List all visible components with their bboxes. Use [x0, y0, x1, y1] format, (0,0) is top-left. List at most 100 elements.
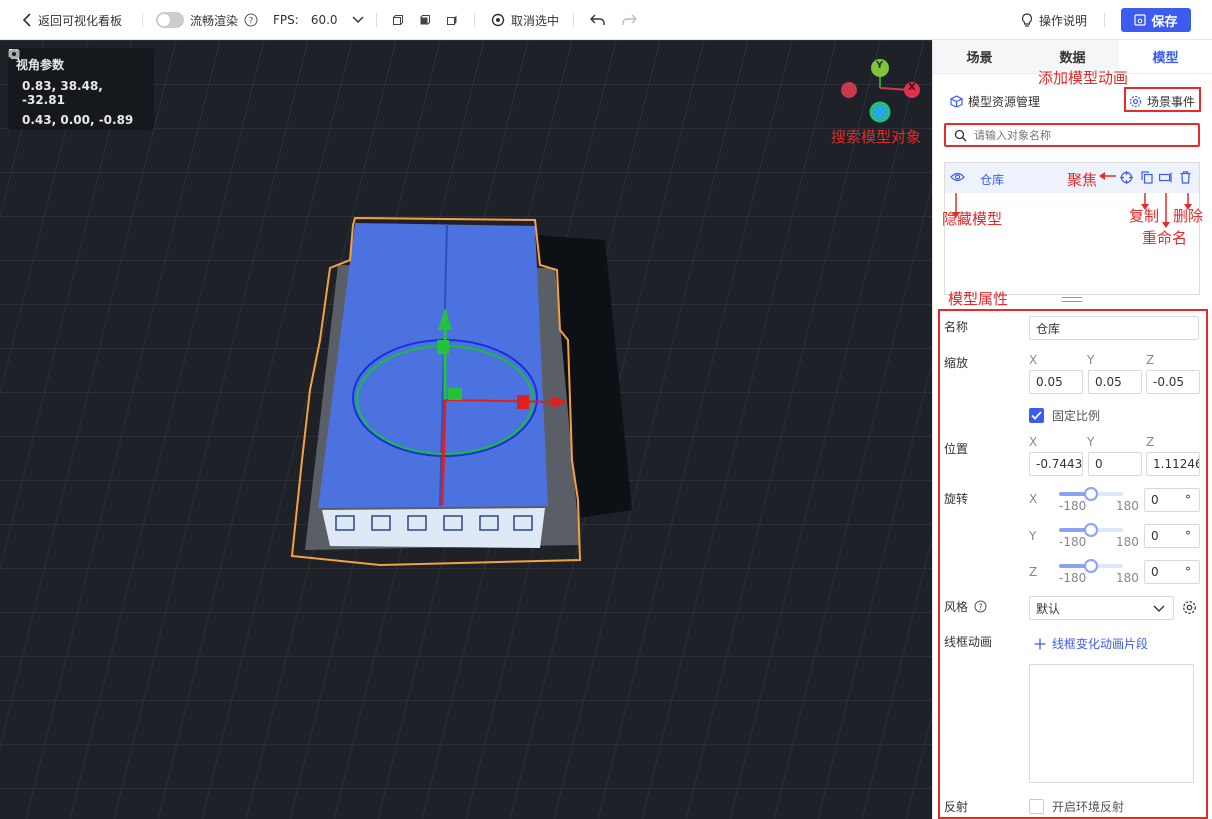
top-toolbar: 返回可视化看板 流畅渲染 ? FPS: 60.0 取消选中 操作说明 保存 [0, 0, 1212, 40]
camera-position: 0.83, 38.48, -32.81 [22, 79, 103, 107]
rotation-z-unit: ° [1185, 565, 1191, 579]
rotation-y-input[interactable]: 0 ° [1144, 524, 1200, 548]
style-value: 默认 [1036, 601, 1061, 616]
rotation-x-max: 180 [1116, 499, 1139, 513]
help-circle-icon[interactable]: ? [974, 600, 987, 613]
checkbox-empty-icon[interactable] [1029, 799, 1044, 814]
rename-icon[interactable] [1159, 172, 1173, 183]
rotation-y-max: 180 [1116, 535, 1139, 549]
orientation-gizmo[interactable]: Y X [838, 54, 924, 134]
reflect-checkbox[interactable]: 开启环境反射 [1029, 798, 1124, 815]
arrow-focus [1099, 172, 1116, 180]
rotation-y-slider[interactable] [1059, 523, 1123, 537]
lock-ratio-label: 固定比例 [1052, 409, 1101, 423]
toggle-switch[interactable] [156, 12, 184, 28]
rotation-z-min: -180 [1059, 571, 1087, 585]
cube-solid-icon [419, 14, 431, 26]
scale-z-input[interactable]: -0.05 [1146, 370, 1200, 394]
svg-text:?: ? [249, 17, 254, 27]
reflect-toggle-label: 开启环境反射 [1052, 800, 1125, 814]
search-icon [954, 129, 967, 142]
scale-label: 缩放 [944, 356, 969, 370]
rotation-axis-z: Z [1029, 565, 1038, 579]
save-button[interactable]: 保存 [1121, 8, 1191, 32]
3d-viewport[interactable]: 视角参数 0.83, 38.48, -32.81 0.43, 0.00, -0.… [0, 40, 932, 819]
eye-icon[interactable] [950, 171, 965, 183]
building-wall[interactable] [322, 508, 545, 548]
rotation-y-value: 0 [1151, 529, 1159, 543]
rotation-x-min: -180 [1059, 499, 1087, 513]
style-label: 风格 [944, 600, 969, 614]
resize-handle[interactable] [1062, 297, 1082, 302]
tab-model[interactable]: 模型 [1119, 40, 1212, 73]
search-box[interactable] [944, 123, 1200, 147]
deselect-button[interactable]: 取消选中 [491, 0, 559, 40]
rotation-x-value: 0 [1151, 493, 1159, 507]
chevron-down-icon [1153, 605, 1165, 613]
position-z-input[interactable]: 1.11246 [1146, 452, 1200, 476]
redo-icon [621, 14, 637, 26]
delete-icon[interactable] [1180, 171, 1191, 184]
camera-target: 0.43, 0.00, -0.89 [22, 113, 134, 127]
lightbulb-icon [1021, 13, 1033, 27]
undo-icon [590, 14, 606, 26]
add-wire-anim-button[interactable]: 线框变化动画片段 [1034, 635, 1148, 652]
position-x-input[interactable]: -0.7443 [1029, 452, 1083, 476]
view-cube-front-button[interactable] [392, 0, 404, 40]
rotation-x-input[interactable]: 0 ° [1144, 488, 1200, 512]
camera-params-title: 视角参数 [16, 58, 65, 72]
copy-icon[interactable] [1141, 171, 1153, 184]
style-select[interactable]: 默认 [1029, 596, 1174, 620]
help-circle-icon[interactable]: ? [244, 13, 258, 27]
view-cube-side-button[interactable] [446, 0, 458, 40]
save-icon [1134, 14, 1147, 26]
rotation-axis-y: Y [1029, 529, 1037, 543]
model-resource-link[interactable]: 模型资源管理 [950, 93, 1040, 110]
lock-ratio-checkbox[interactable]: 固定比例 [1029, 407, 1100, 424]
rotation-y-min: -180 [1059, 535, 1087, 549]
fps-label: FPS: [273, 13, 299, 27]
redo-button[interactable] [621, 0, 637, 40]
deselect-label: 取消选中 [511, 13, 560, 28]
gizmo-x-label: X [908, 82, 916, 93]
plus-icon [1034, 638, 1046, 650]
name-input[interactable]: 仓库 [1029, 316, 1199, 340]
focus-icon[interactable] [1120, 171, 1133, 184]
scale-axis-x: X [1029, 353, 1038, 367]
deselect-target-icon [491, 13, 505, 27]
gizmo-y-label: Y [876, 60, 884, 71]
rotation-z-value: 0 [1151, 565, 1159, 579]
back-button[interactable]: 返回可视化看板 [22, 0, 122, 40]
chevron-left-icon [22, 13, 32, 27]
gear-icon [1129, 95, 1142, 108]
cube-outline-icon [392, 14, 404, 26]
name-label: 名称 [944, 320, 969, 334]
rotation-axis-x: X [1029, 492, 1038, 506]
search-input[interactable] [974, 127, 1194, 144]
scene-canvas[interactable] [0, 40, 932, 819]
rotation-x-slider[interactable] [1059, 487, 1123, 501]
smooth-render-toggle[interactable]: 流畅渲染 ? [156, 0, 258, 40]
wire-anim-list [1029, 664, 1194, 783]
undo-button[interactable] [590, 0, 606, 40]
wire-anim-label: 线框动画 [944, 635, 993, 649]
scene-event-link[interactable]: 场景事件 [1129, 93, 1195, 110]
tab-scene[interactable]: 场景 [933, 40, 1026, 73]
position-y-input[interactable]: 0 [1088, 452, 1142, 476]
scale-y-input[interactable]: 0.05 [1088, 370, 1142, 394]
rotation-z-slider[interactable] [1059, 559, 1123, 573]
scale-axis-z: Z [1146, 353, 1155, 367]
view-cube-solid-button[interactable] [419, 0, 431, 40]
checkbox-checked-icon[interactable] [1029, 408, 1044, 423]
style-settings-gear-icon[interactable] [1182, 600, 1197, 615]
model-resource-label: 模型资源管理 [968, 95, 1041, 109]
rotation-z-input[interactable]: 0 ° [1144, 560, 1200, 584]
fps-value: 60.0 [310, 13, 338, 27]
scale-axis-y: Y [1087, 353, 1095, 367]
help-button[interactable]: 操作说明 [1021, 0, 1087, 40]
chevron-down-icon[interactable] [352, 16, 364, 24]
right-panel: 场景 数据 模型 添加模型动画 模型资源管理 场景事件 仓库 [932, 40, 1212, 819]
annotation-search: 搜索模型对象 [831, 128, 922, 146]
scale-x-input[interactable]: 0.05 [1029, 370, 1083, 394]
scene-event-label: 场景事件 [1147, 95, 1196, 109]
